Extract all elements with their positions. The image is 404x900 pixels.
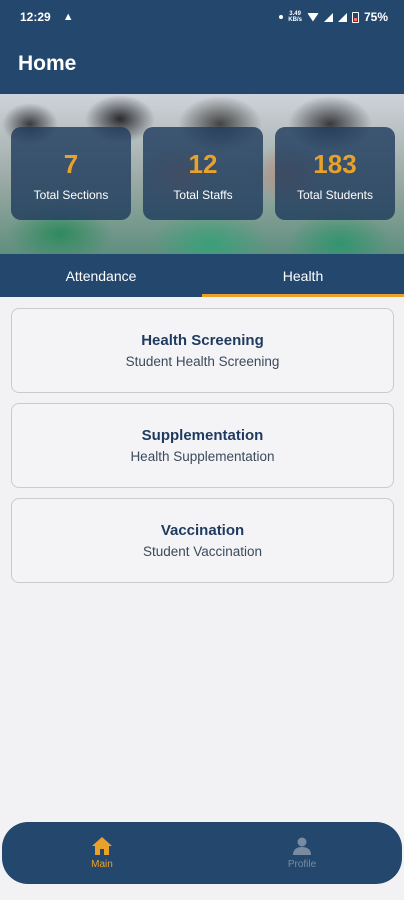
card-title: Vaccination xyxy=(160,522,245,539)
home-icon xyxy=(92,837,112,855)
card-subtitle: Student Vaccination xyxy=(142,544,263,559)
bottom-navigation: Main Profile xyxy=(2,822,402,884)
stat-label: Total Staffs xyxy=(173,188,233,202)
health-screening-card[interactable]: Health Screening Student Health Screenin… xyxy=(11,308,394,393)
card-subtitle: Student Health Screening xyxy=(125,354,280,369)
status-bar: 12:29 ▲ 3.49 KB/s 75% xyxy=(0,0,404,34)
network-speed: 3.49 KB/s xyxy=(288,11,302,23)
card-title: Health Screening xyxy=(141,332,264,349)
stat-label: Total Students xyxy=(296,188,374,202)
stat-value: 7 xyxy=(63,149,79,179)
card-title: Supplementation xyxy=(141,427,264,444)
stat-card-sections: 7 Total Sections xyxy=(11,127,131,220)
notification-dot-icon xyxy=(279,15,284,19)
vaccination-card[interactable]: Vaccination Student Vaccination xyxy=(11,498,394,583)
wifi-icon xyxy=(306,12,319,22)
warning-icon: ▲ xyxy=(62,11,74,23)
battery-percent: 75% xyxy=(363,10,388,24)
signal-2-icon xyxy=(337,12,347,22)
stat-label: Total Sections xyxy=(33,188,109,202)
card-subtitle: Health Supplementation xyxy=(130,449,275,464)
nav-main[interactable]: Main xyxy=(2,822,202,884)
app-header: 12:29 ▲ 3.49 KB/s 75% Home xyxy=(0,0,404,94)
tab-health[interactable]: Health xyxy=(202,254,404,297)
stat-card-students: 183 Total Students xyxy=(275,127,395,220)
stat-value: 12 xyxy=(188,149,218,179)
status-time: 12:29 xyxy=(20,10,51,24)
battery-icon xyxy=(351,11,359,23)
page-title: Home xyxy=(18,52,77,75)
tab-attendance[interactable]: Attendance xyxy=(0,254,202,297)
stat-value: 183 xyxy=(313,149,357,179)
nav-label: Profile xyxy=(287,859,317,870)
supplementation-card[interactable]: Supplementation Health Supplementation xyxy=(11,403,394,488)
nav-profile[interactable]: Profile xyxy=(202,822,402,884)
nav-label: Main xyxy=(91,859,113,870)
signal-icon xyxy=(323,12,333,22)
person-icon xyxy=(293,837,311,855)
stat-card-staffs: 12 Total Staffs xyxy=(143,127,263,220)
tab-bar: Attendance Health xyxy=(0,254,404,297)
